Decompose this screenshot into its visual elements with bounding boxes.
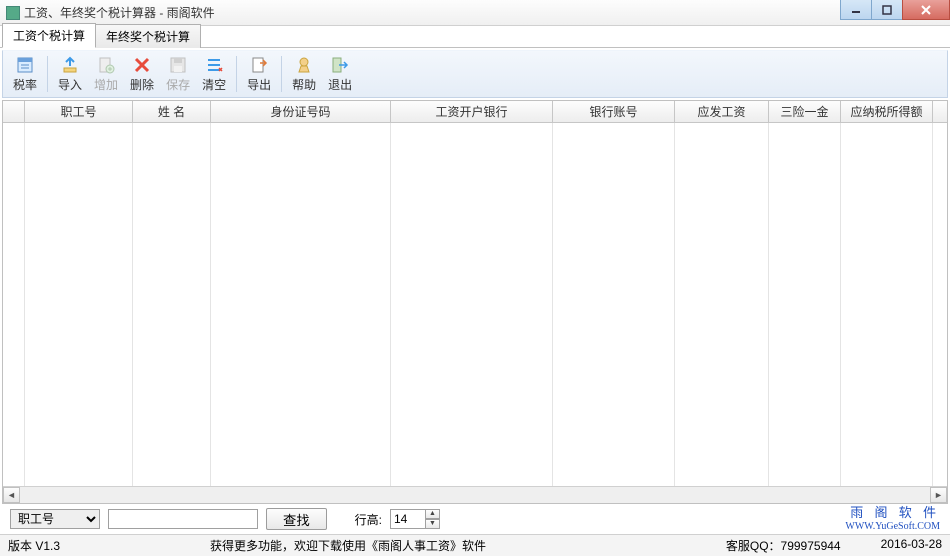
row-height-label: 行高:	[355, 511, 382, 528]
scroll-track[interactable]	[20, 487, 930, 503]
date-label: 2016-03-28	[881, 537, 942, 554]
search-button[interactable]: 查找	[266, 508, 327, 530]
add-icon	[97, 56, 115, 74]
tab-salary-tax[interactable]: 工资个税计算	[2, 23, 96, 48]
version-label: 版本 V1.3	[8, 537, 60, 554]
delete-icon	[133, 56, 151, 74]
column-body	[675, 123, 769, 486]
status-bar: 版本 V1.3 获得更多功能，欢迎下载使用《雨阁人事工资》软件 客服QQ：799…	[0, 534, 950, 556]
horizontal-scrollbar[interactable]: ◄ ►	[3, 486, 947, 503]
column-header[interactable]	[3, 101, 25, 122]
column-header[interactable]: 应纳税所得额	[841, 101, 933, 122]
brand: 雨 阁 软 件 WWW.YuGeSoft.COM	[845, 506, 940, 531]
column-header[interactable]: 银行账号	[553, 101, 675, 122]
column-header[interactable]: 三险一金	[769, 101, 841, 122]
row-height-input[interactable]	[390, 509, 426, 529]
toolbar-separator	[281, 56, 282, 92]
spin-down-button[interactable]: ▼	[425, 519, 440, 529]
exit-button[interactable]: 退出	[322, 53, 358, 95]
export-button[interactable]: 导出	[241, 53, 277, 95]
clear-button[interactable]: 清空	[196, 53, 232, 95]
grid-header: 职工号姓 名身份证号码工资开户银行银行账号应发工资三险一金应纳税所得额	[3, 101, 947, 123]
import-icon	[61, 56, 79, 74]
column-body	[133, 123, 211, 486]
column-body	[553, 123, 675, 486]
titlebar: 工资、年终奖个税计算器 - 雨阁软件	[0, 0, 950, 26]
toolbar-separator	[236, 56, 237, 92]
tab-bonus-tax[interactable]: 年终奖个税计算	[95, 24, 201, 48]
search-input[interactable]	[108, 509, 258, 529]
grid-body[interactable]	[3, 123, 947, 486]
column-body	[391, 123, 553, 486]
qq-info: 客服QQ：799975944	[726, 537, 841, 554]
import-button[interactable]: 导入	[52, 53, 88, 95]
rate-icon	[16, 56, 34, 74]
row-height-spinner[interactable]: ▲ ▼	[390, 509, 440, 529]
column-header[interactable]: 工资开户银行	[391, 101, 553, 122]
app-icon	[6, 6, 20, 20]
help-icon	[295, 56, 313, 74]
save-button[interactable]: 保存	[160, 53, 196, 95]
help-button[interactable]: 帮助	[286, 53, 322, 95]
window-title: 工资、年终奖个税计算器 - 雨阁软件	[24, 4, 841, 21]
save-icon	[169, 56, 187, 74]
column-header[interactable]: 身份证号码	[211, 101, 391, 122]
exit-icon	[331, 56, 349, 74]
spin-up-button[interactable]: ▲	[425, 509, 440, 519]
delete-button[interactable]: 删除	[124, 53, 160, 95]
search-field-select[interactable]: 职工号	[10, 509, 100, 529]
column-header[interactable]: 应发工资	[675, 101, 769, 122]
column-header[interactable]: 姓 名	[133, 101, 211, 122]
tab-label: 工资个税计算	[13, 29, 85, 43]
search-bar: 职工号 查找 行高: ▲ ▼ 雨 阁 软 件 WWW.YuGeSoft.COM	[0, 504, 950, 534]
data-grid: 职工号姓 名身份证号码工资开户银行银行账号应发工资三险一金应纳税所得额 ◄ ►	[2, 100, 948, 504]
add-button[interactable]: 增加	[88, 53, 124, 95]
toolbar: 税率 导入 增加 删除 保存 清空 导出 帮助 退出	[2, 50, 948, 98]
scroll-left-button[interactable]: ◄	[3, 487, 20, 503]
export-icon	[250, 56, 268, 74]
rate-button[interactable]: 税率	[7, 53, 43, 95]
column-body	[25, 123, 133, 486]
minimize-button[interactable]	[840, 0, 872, 20]
close-button[interactable]	[902, 0, 950, 20]
tab-bar: 工资个税计算 年终奖个税计算	[0, 26, 950, 48]
promo-text: 获得更多功能，欢迎下载使用《雨阁人事工资》软件	[210, 537, 486, 554]
scroll-right-button[interactable]: ►	[930, 487, 947, 503]
maximize-button[interactable]	[871, 0, 903, 20]
column-body	[841, 123, 933, 486]
tab-label: 年终奖个税计算	[106, 30, 190, 44]
column-body	[769, 123, 841, 486]
column-body	[211, 123, 391, 486]
column-body	[3, 123, 25, 486]
column-header[interactable]: 职工号	[25, 101, 133, 122]
toolbar-separator	[47, 56, 48, 92]
clear-icon	[205, 56, 223, 74]
